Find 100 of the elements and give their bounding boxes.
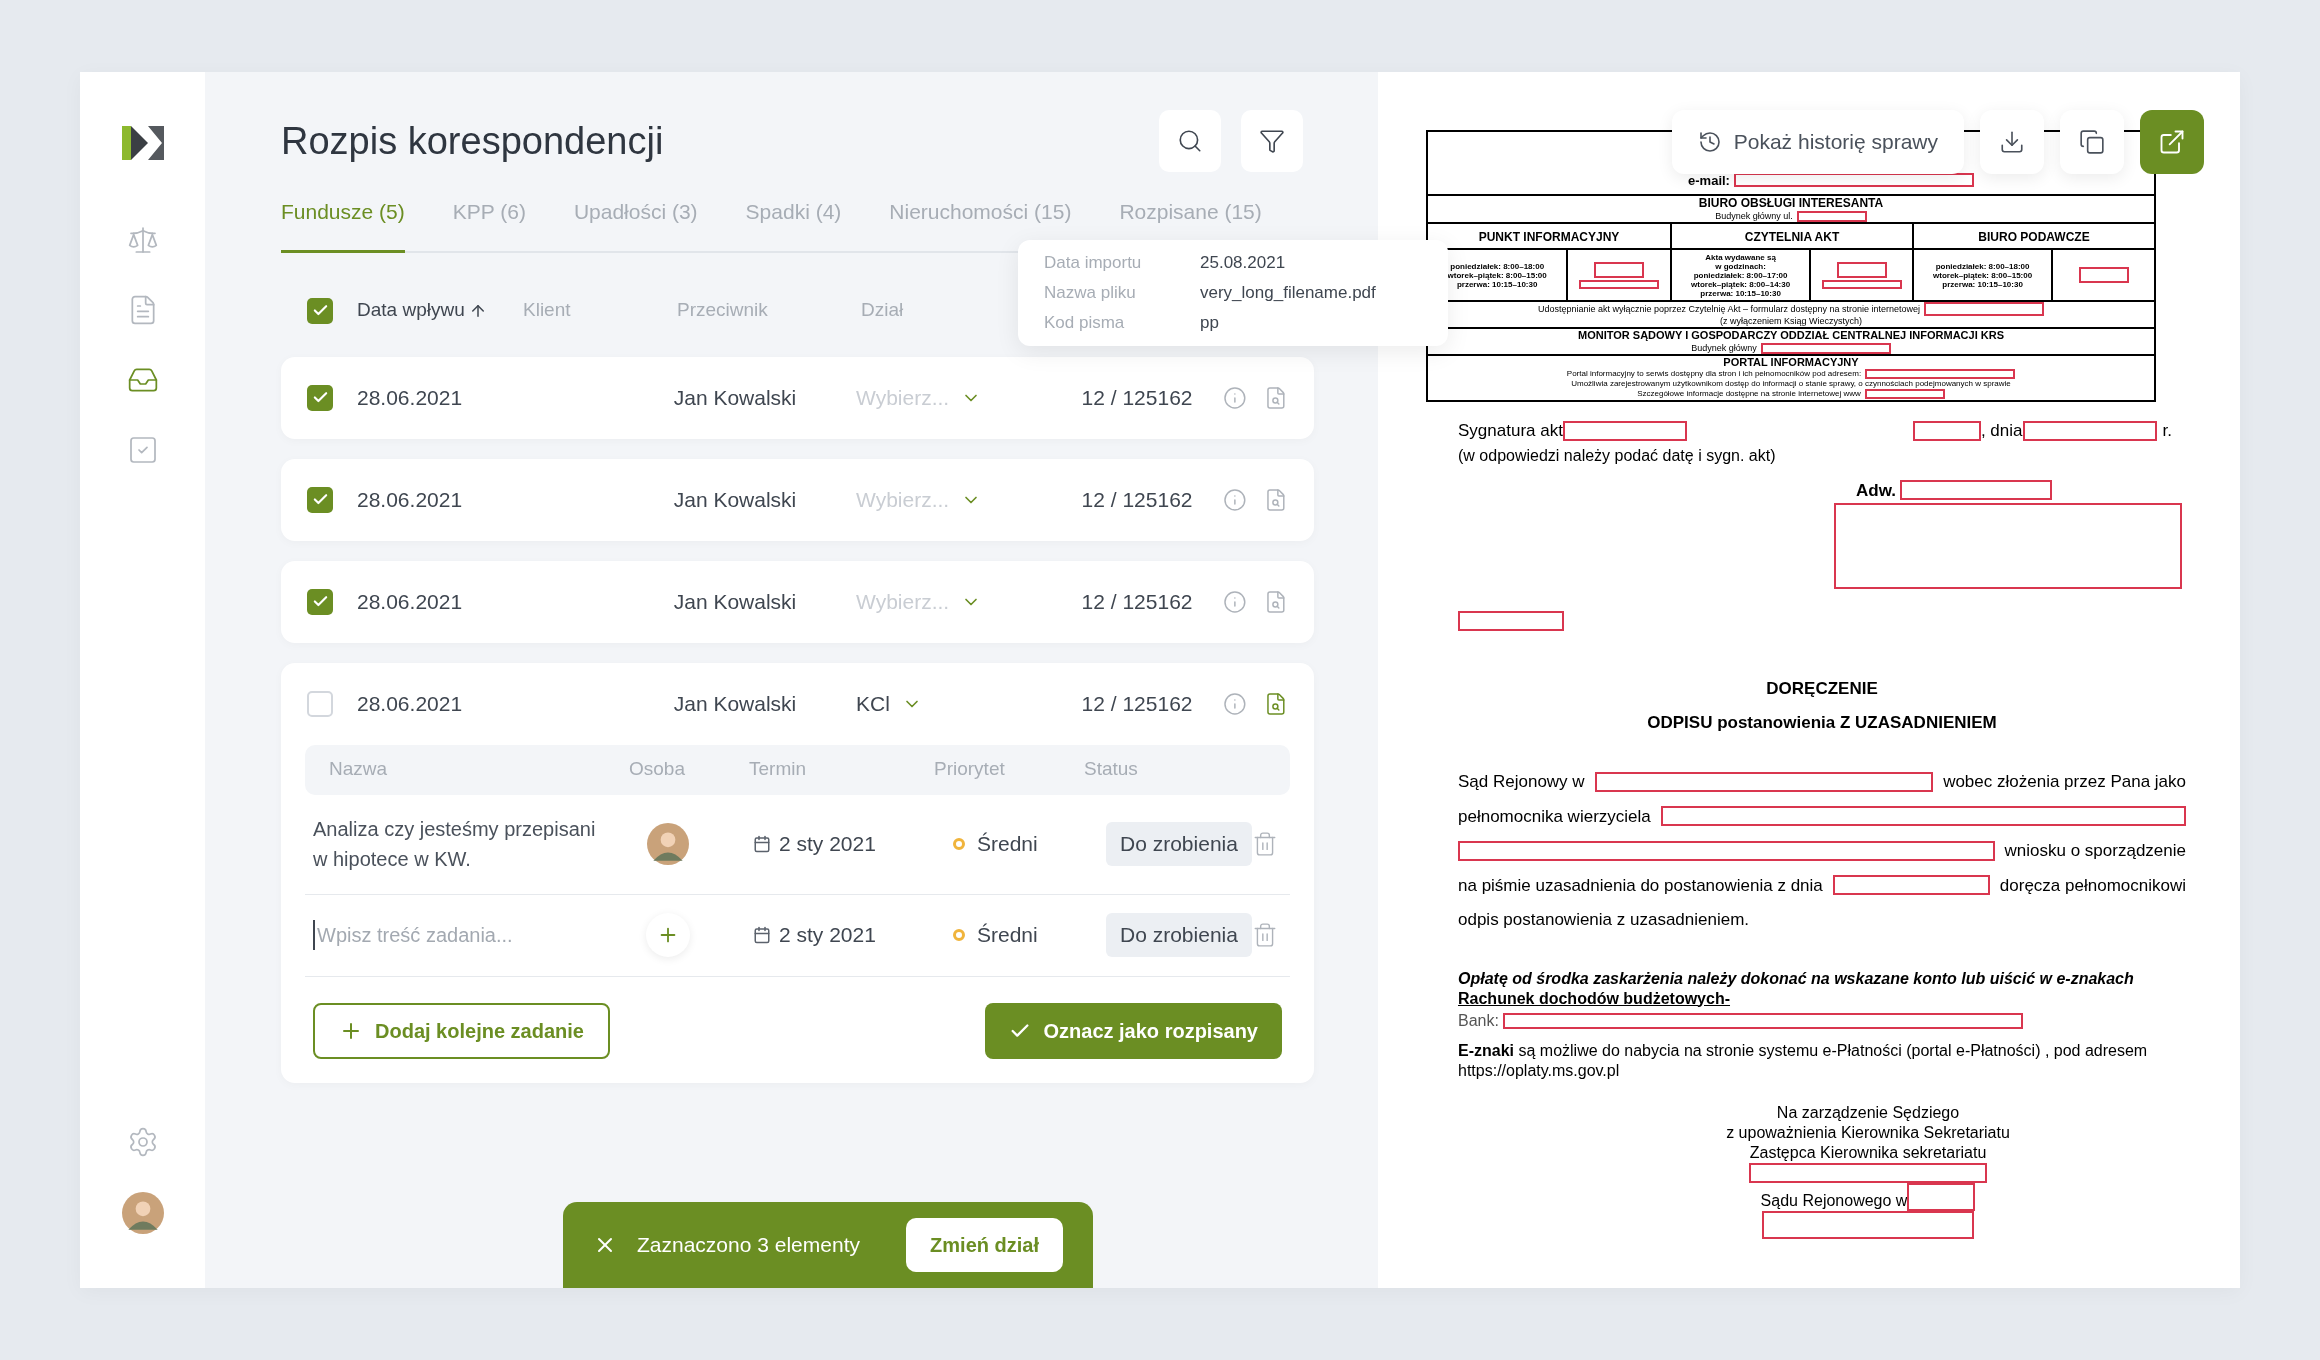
document-text: (z wyłączeniem Ksiąg Wieczystych) [1720,316,1862,327]
opponent-cell-text: Jan Kowalski [673,384,798,411]
calendar-icon [753,835,771,853]
document-heading: ODPISU postanowienia Z UZASADNIENIEM [1647,711,1997,734]
trash-icon[interactable] [1252,922,1278,948]
document-text: e-mail: [1688,171,1730,190]
status-badge: Do zrobienia [1106,913,1252,957]
row-card[interactable] [281,662,1314,1083]
checkbox[interactable] [307,384,333,411]
file-preview-icon[interactable] [1264,487,1288,512]
document-text: pełnomocnika wierzyciela [1458,805,1651,828]
add-person-button[interactable] [646,913,690,957]
document-text: Udostępnianie akt wyłącznie poprzez Czytelnię Akt – formularz dostępny na stronie internetowej [1537,303,1921,315]
document-heading: BIURO PODAWCZE [1978,230,2090,244]
filter-button[interactable] [1241,110,1303,172]
document-text: na piśmie uzasadnienia do postanowienia z dnia [1458,874,1823,897]
tab[interactable]: Spadki (4) [745,196,842,253]
info-icon[interactable] [1222,589,1247,614]
date-cell-text: 28.06.2021 [357,588,464,615]
number-cell-text: 12 / 125162 [1080,690,1193,717]
mark-done-button[interactable]: Oznacz jako rozpisany [985,1002,1282,1059]
date-cell-text: 28.06.2021 [357,690,464,717]
trash-icon[interactable] [1252,831,1278,857]
column-header: Klient [523,299,571,321]
document-text: Sygnatura akt [1458,420,1563,442]
redaction-box [2078,267,2129,283]
document-text: r. [2162,420,2172,442]
hours-text: wtorek–piątek: 8:00–15:00 [1933,270,2033,280]
opponent-cell-text: Jan Kowalski [673,690,798,717]
calendar-icon [753,926,771,944]
hours-text: Akta wydawane są [1705,252,1776,262]
document-heading: PORTAL INFORMACYJNY [1723,356,1859,369]
history-button[interactable]: Pokaż historię sprawy [1671,110,1964,174]
add-task-button[interactable]: Dodaj kolejne zadanie [313,1002,610,1059]
document-text: wniosku o sporządzenie [2004,840,2186,862]
redaction-box [1912,420,1981,441]
scale-icon[interactable] [126,224,159,256]
task-input[interactable]: Wpisz treść zadania... [313,920,613,950]
document-text: Opłatę od środka zaskarżenia należy dokonać na wskazane konto lub uiścić w e-znakach [1458,968,2135,989]
logo [121,126,164,160]
document-text: Budynek główny ul. [1715,210,1793,222]
document-heading: CZYTELNIA AKT [1744,230,1840,244]
hours-text: w godzinach: [1715,261,1766,271]
tooltip-value: 25.08.2021 [1200,252,1286,274]
tab[interactable]: Upadłości (3) [573,196,698,253]
task-date: 2 sty 2021 [779,922,876,949]
info-icon[interactable] [1222,691,1247,716]
checkbox[interactable] [307,486,333,513]
date-cell-text: 28.06.2021 [357,384,464,411]
column-header: Termin [749,758,806,780]
file-preview-icon[interactable] [1264,385,1288,410]
checkbox[interactable] [307,297,333,324]
document-text: E-znaki są możliwe do nabycia na stronie systemu e-Płatności (portal e-Płatności) , pod adresem https://oplaty.ms.gov.pl [1458,1040,2149,1081]
history-icon [1697,130,1722,154]
hours-text: poniedziałek: 8:00–17:00 [1693,270,1788,280]
file-preview-icon[interactable] [1264,691,1288,716]
task-date: 2 sty 2021 [779,831,876,858]
info-icon[interactable] [1222,487,1247,512]
open-external-button[interactable] [2140,110,2204,174]
date-cell-text: 28.06.2021 [357,486,464,513]
document-text: wobec złożenia przez Pana jako [1943,771,2186,793]
info-icon[interactable] [1222,385,1247,410]
copy-button[interactable] [2060,110,2124,174]
tab[interactable]: KPP (6) [452,196,526,253]
number-cell-text: 12 / 125162 [1080,486,1193,513]
copy-icon [2079,129,2105,155]
column-header: Dział [861,299,904,321]
checkbox[interactable] [307,690,333,717]
tab[interactable]: Rozpisane (15) [1119,196,1262,253]
tab[interactable]: Fundusze (5) [281,196,405,253]
document-text: Szczegółowe informacje dostępne na stronie internetowej www [1637,389,1861,399]
column-header[interactable]: Data wpływu [357,296,465,325]
document-text: Sąd Rejonowy w [1458,771,1585,793]
hours-text: przerwa: 10:15–10:30 [1456,279,1538,289]
tooltip-label: Nazwa pliku [1044,282,1137,304]
file-preview-icon[interactable] [1264,589,1288,614]
document-text: z upoważnienia Kierownika Sekretariatu [1726,1122,2010,1143]
column-header: Status [1084,758,1138,780]
document-text: (w odpowiedzi należy podać datę i sygn. akt) [1458,445,1777,466]
task-name: Analiza czy jesteśmy przepisani w hipotece w KW. [313,817,597,872]
document-text: Budynek główny [1691,342,1757,354]
opponent-cell-text: Jan Kowalski [673,486,798,513]
column-header: Osoba [629,758,685,780]
tab[interactable]: Nieruchomości (15) [889,196,1072,253]
hours-text: przerwa: 10:15–10:30 [1942,279,2023,289]
avatar [647,823,689,865]
column-header: Nazwa [329,758,388,780]
department-dropdown[interactable]: KCl [856,687,1054,720]
document-text: Rachunek dochodów budżetowych- [1458,988,1731,1009]
document-heading: MONITOR SĄDOWY I GOSPODARCZY ODDZIAŁ CENTRALNEJ INFORMACJI KRS [1578,329,2004,342]
hours-text: poniedziałek: 8:00–18:00 [1935,261,2030,271]
search-button[interactable] [1159,110,1221,172]
document-heading: BIURO OBSŁUGI INTERESANTA [1698,196,1884,210]
column-header: Priorytet [934,758,1005,780]
external-link-icon [2158,128,2186,156]
download-button[interactable] [1980,110,2044,174]
document-heading: PUNKT INFORMACYJNY [1478,230,1620,244]
change-department-button[interactable]: Zmień dział [906,1218,1063,1272]
document-text: Sądu Rejonowego w [1760,1190,1908,1211]
checkbox[interactable] [307,588,333,615]
